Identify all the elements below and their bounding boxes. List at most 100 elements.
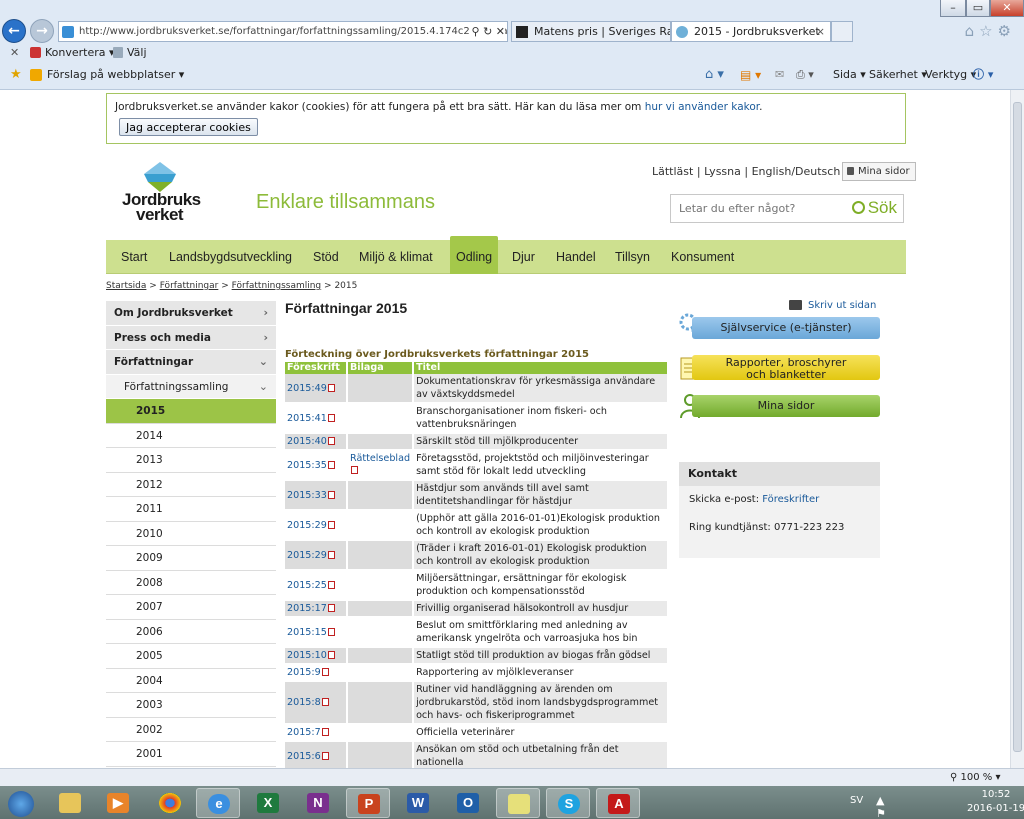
forslag-button[interactable]: Förslag på webbplatser ▾ [47,64,184,86]
regulation-link[interactable]: 2015:6 [285,741,348,768]
regulation-link[interactable]: 2015:8 [285,681,348,725]
breadcrumb-forfattningssamling[interactable]: Författningssamling [232,281,322,291]
leftnav-press-och-media[interactable]: Press och media › [106,325,276,350]
accept-cookies-button[interactable]: Jag accepterar cookies [119,118,258,136]
close-toolbar-icon[interactable]: ✕ [10,43,19,63]
nav-odling[interactable]: Odling [450,236,499,274]
leftnav-year-2002[interactable]: 2002 [106,717,276,742]
address-controls-icon[interactable]: ⚲ ↻ ✕ [468,22,505,41]
print-page-link[interactable]: Skriv ut sidan [789,300,876,311]
leftnav-year-2009[interactable]: 2009 [106,546,276,571]
leftnav-year-2007[interactable]: 2007 [106,595,276,620]
lyssna-link[interactable]: Lyssna [704,165,741,178]
leftnav-year-2010[interactable]: 2010 [106,521,276,546]
regulation-link[interactable]: 2015:41 [285,403,348,434]
address-bar[interactable]: http://www.jordbruksverket.se/forfattnin… [58,21,508,42]
konvertera-button[interactable]: Konvertera ▾ [45,43,115,63]
regulation-link[interactable]: 2015:7 [285,724,348,742]
help-icon[interactable]: ⓘ ▾ [973,64,993,86]
sida-menu[interactable]: Sida ▾ [833,64,866,86]
taskbar-explorer[interactable] [48,788,92,818]
appendix-cell[interactable]: Rättelseblad [347,450,415,481]
leftnav-year-2008[interactable]: 2008 [106,570,276,595]
breadcrumb-startsida[interactable]: Startsida [106,281,146,291]
foreskrifter-email-link[interactable]: Föreskrifter [762,494,819,505]
taskbar-sticky-notes[interactable] [496,788,540,818]
regulation-link[interactable]: 2015:33 [285,480,348,511]
regulation-link[interactable]: 2015:29 [285,540,348,571]
leftnav-forfattningar[interactable]: Författningar ⌄ [106,350,276,375]
english-deutsch-link[interactable]: English/Deutsch [752,165,841,178]
nav-konsument[interactable]: Konsument [671,240,734,274]
close-window-button[interactable]: ✕ [990,0,1024,17]
taskbar-internet-explorer[interactable]: e [196,788,240,818]
leftnav-year-2011[interactable]: 2011 [106,497,276,522]
leftnav-year-2006[interactable]: 2006 [106,619,276,644]
cookie-link[interactable]: hur vi använder kakor [645,101,759,113]
taskbar-outlook[interactable]: O [446,788,490,818]
nav-stod[interactable]: Stöd [313,240,339,274]
nav-djur[interactable]: Djur [512,240,535,274]
regulation-link[interactable]: 2015:35 [285,450,348,481]
taskbar-skype[interactable]: S [546,788,590,818]
zoom-control[interactable]: ⚲ 100 % ▾ [950,769,1001,786]
clock-date[interactable]: 2016-01-19 [956,803,1024,814]
breadcrumb-forfattningar[interactable]: Författningar [160,281,219,291]
maximize-button[interactable]: ▭ [966,0,990,17]
regulation-link[interactable]: 2015:40 [285,433,348,451]
tab-close-icon[interactable]: × [816,22,825,41]
nav-start[interactable]: Start [121,240,147,274]
valj-button[interactable]: Välj [127,43,147,63]
minimize-button[interactable]: – [940,0,966,17]
taskbar-acrobat[interactable]: A [596,788,640,818]
tray-icons[interactable]: ▲ ⚑ ▣ ▤ [876,794,886,819]
regulation-link[interactable]: 2015:15 [285,617,348,648]
leftnav-year-2004[interactable]: 2004 [106,668,276,693]
taskbar-chrome[interactable] [148,788,192,818]
taskbar-word[interactable]: W [396,788,440,818]
leftnav-year-2012[interactable]: 2012 [106,472,276,497]
taskbar-powerpoint[interactable]: P [346,788,390,818]
regulation-link[interactable]: 2015:10 [285,647,348,665]
leftnav-year-2014[interactable]: 2014 [106,423,276,448]
leftnav-forfattningssamling[interactable]: Författningssamling ⌄ [106,374,276,399]
forward-button[interactable]: → [30,19,54,43]
leftnav-year-2001[interactable]: 2001 [106,742,276,767]
tab-jordbruksverket[interactable]: 2015 - Jordbruksverket × [671,21,831,42]
vertical-scrollbar[interactable] [1010,90,1024,768]
scrollbar-thumb[interactable] [1013,102,1022,752]
taskbar-media[interactable]: ▶ [96,788,140,818]
nav-miljo-klimat[interactable]: Miljö & klimat [359,240,433,274]
start-button[interactable] [0,788,42,818]
language-indicator[interactable]: SV [850,795,863,806]
tab-sveriges-radio[interactable]: Matens pris | Sveriges Radio [511,21,671,42]
sakerhet-menu[interactable]: Säkerhet ▾ [869,64,927,86]
regulation-link[interactable]: 2015:17 [285,600,348,618]
sjalvservice-button[interactable]: Självservice (e-tjänster) [692,317,880,339]
browser-tools-icons[interactable]: ⌂☆⚙ [965,22,1016,40]
nav-landsbygdsutveckling[interactable]: Landsbygdsutveckling [169,240,292,274]
jordbruksverket-logo[interactable]: Jordbruks verket [118,160,208,226]
leftnav-year-2003[interactable]: 2003 [106,693,276,718]
regulation-link[interactable]: 2015:49 [285,374,348,404]
search-button[interactable]: Sök [851,198,897,218]
leftnav-year-2015[interactable]: 2015 [106,399,276,424]
leftnav-year-2005[interactable]: 2005 [106,644,276,669]
nav-handel[interactable]: Handel [556,240,596,274]
search-input[interactable] [671,195,846,222]
regulation-link[interactable]: 2015:25 [285,570,348,601]
new-tab-button[interactable] [831,21,853,42]
nav-tillsyn[interactable]: Tillsyn [615,240,650,274]
regulation-link[interactable]: 2015:29 [285,510,348,541]
leftnav-year-2013[interactable]: 2013 [106,448,276,473]
taskbar-excel[interactable]: X [246,788,290,818]
clock-time[interactable]: 10:52 [966,789,1024,800]
mail-icon[interactable]: ✉ [775,64,784,86]
lattlast-link[interactable]: Lättläst [652,165,693,178]
back-button[interactable]: ← [2,19,26,43]
mina-sidor-button[interactable]: Mina sidor [842,162,916,181]
home-icon[interactable]: ⌂ ▾ [705,64,724,86]
taskbar-onenote[interactable]: N [296,788,340,818]
mina-sidor-side-button[interactable]: Mina sidor [692,395,880,417]
verktyg-menu[interactable]: Verktyg ▾ [925,64,976,86]
